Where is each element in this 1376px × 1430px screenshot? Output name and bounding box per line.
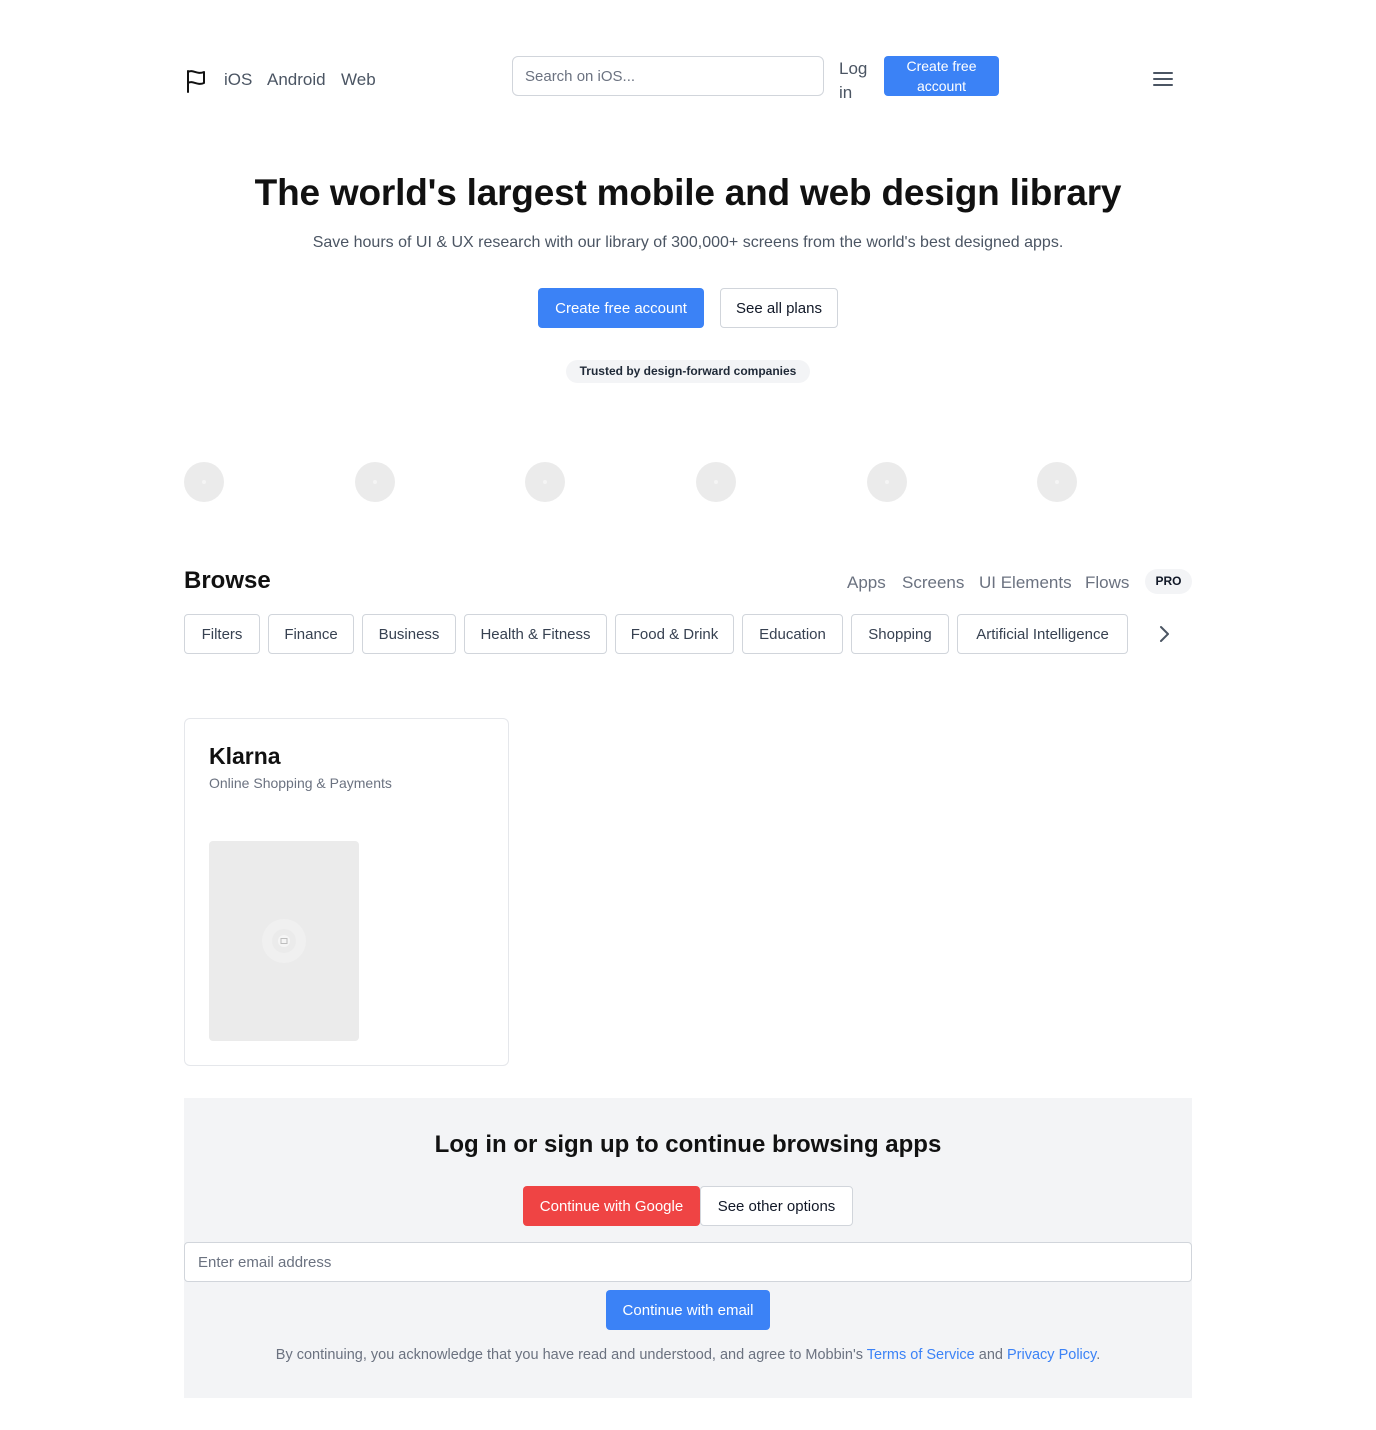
chip-health-fitness[interactable]: Health & Fitness <box>464 614 607 654</box>
hamburger-menu-icon[interactable] <box>1153 71 1173 87</box>
tab-ui-elements[interactable]: UI Elements <box>979 573 1072 593</box>
chip-finance[interactable]: Finance <box>268 614 354 654</box>
search-input[interactable] <box>512 56 824 96</box>
legal-suffix: . <box>1096 1347 1101 1363</box>
legal-prefix: By continuing, you acknowledge that you … <box>275 1347 863 1363</box>
company-logo-placeholder <box>355 462 395 502</box>
see-all-plans-button[interactable]: See all plans <box>720 288 838 328</box>
chip-education[interactable]: Education <box>742 614 843 654</box>
email-field[interactable] <box>184 1242 1192 1282</box>
chip-filters[interactable]: Filters <box>184 614 260 654</box>
hero-title: The world's largest mobile and web desig… <box>254 172 1122 213</box>
nav-android[interactable]: Android <box>267 70 326 90</box>
hero-subtitle: Save hours of UI & UX research with our … <box>312 234 1064 251</box>
chevron-right-icon[interactable] <box>1152 622 1176 646</box>
legal-and: and <box>978 1347 1003 1363</box>
company-logo-placeholder <box>1037 462 1077 502</box>
pro-badge: PRO <box>1145 569 1192 594</box>
hero-create-account-button[interactable]: Create free account <box>538 288 704 328</box>
continue-with-google-button[interactable]: Continue with Google <box>523 1186 700 1226</box>
continue-with-email-button[interactable]: Continue with email <box>606 1290 770 1330</box>
terms-of-service-link[interactable]: Terms of Service <box>867 1347 975 1363</box>
flag-logo-icon[interactable] <box>184 68 208 94</box>
chip-business[interactable]: Business <box>362 614 456 654</box>
signup-panel: Log in or sign up to continue browsing a… <box>184 1098 1192 1398</box>
browse-title: Browse <box>184 567 271 594</box>
app-card[interactable]: Klarna Online Shopping & Payments <box>184 718 509 1066</box>
chip-shopping[interactable]: Shopping <box>851 614 949 654</box>
signup-title: Log in or sign up to continue browsing a… <box>434 1131 942 1158</box>
app-screenshot-placeholder <box>209 841 359 1041</box>
privacy-policy-link[interactable]: Privacy Policy <box>1007 1347 1096 1363</box>
company-logo-placeholder <box>867 462 907 502</box>
trusted-badge: Trusted by design-forward companies <box>566 360 810 383</box>
legal-text: By continuing, you acknowledge that you … <box>184 1347 1192 1363</box>
nav-ios[interactable]: iOS <box>224 70 252 90</box>
see-other-options-button[interactable]: See other options <box>700 1186 853 1226</box>
chip-food-drink[interactable]: Food & Drink <box>615 614 734 654</box>
company-logo-placeholder <box>696 462 736 502</box>
tab-apps[interactable]: Apps <box>847 573 886 593</box>
chip-artificial-intelligence[interactable]: Artificial Intelligence <box>957 614 1128 654</box>
nav-web[interactable]: Web <box>341 70 376 90</box>
header-create-account-button[interactable]: Create free account <box>884 56 999 96</box>
app-category: Online Shopping & Payments <box>209 775 392 791</box>
login-link[interactable]: Log in <box>839 57 871 105</box>
company-logo-placeholder <box>525 462 565 502</box>
app-name: Klarna <box>209 743 281 769</box>
site-header: iOS Android Web Log in Create free accou… <box>184 56 1192 104</box>
tab-flows[interactable]: Flows <box>1085 573 1129 593</box>
image-placeholder-icon <box>262 919 306 963</box>
tab-screens[interactable]: Screens <box>902 573 964 593</box>
company-logo-placeholder <box>184 462 224 502</box>
